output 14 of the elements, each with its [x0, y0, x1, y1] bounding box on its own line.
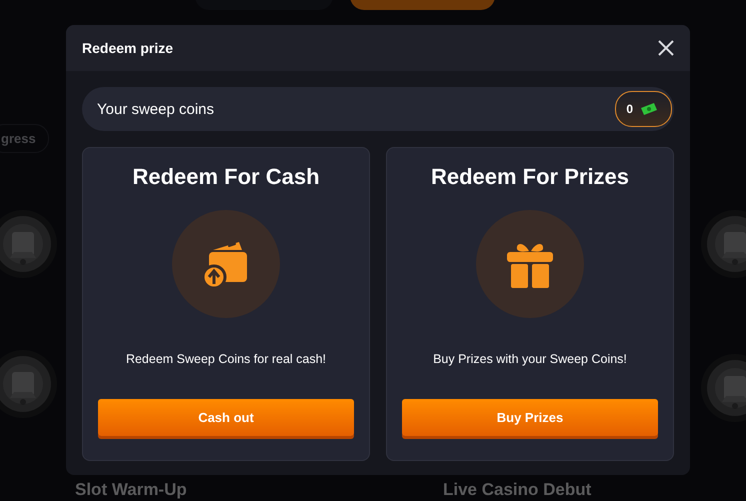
dialog-title: Redeem prize	[82, 40, 174, 56]
balance-value: 0	[626, 102, 633, 116]
game-title: Slot Warm-Up	[75, 480, 187, 500]
card-title: Redeem For Prizes	[430, 164, 630, 190]
action-button[interactable]: Buy Prizes	[402, 399, 658, 436]
card-description: Redeem Sweep Coins for real cash!	[126, 352, 326, 366]
action-button[interactable]: Cash out	[98, 399, 354, 436]
close-icon[interactable]	[658, 40, 674, 56]
game-title: Live Casino Debut	[443, 480, 592, 500]
card-title: Redeem For Cash	[132, 164, 320, 190]
balance-label: Your sweep coins	[97, 100, 214, 118]
card-description: Buy Prizes with your Sweep Coins!	[433, 352, 627, 366]
banknote-icon	[639, 102, 659, 116]
progress-tab[interactable]: gress	[0, 124, 49, 153]
